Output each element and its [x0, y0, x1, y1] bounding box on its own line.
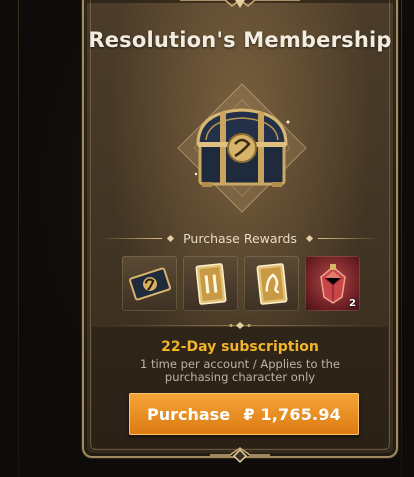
frame-line [18, 0, 19, 477]
reward-item-gold-card-number[interactable] [183, 256, 238, 311]
divider-line [100, 238, 163, 239]
divider-line [317, 238, 380, 239]
diamond-icon [167, 234, 175, 243]
membership-card: Resolution's Membership Purchase Rewards… [82, 0, 398, 464]
price-label: ₽ 1,765.94 [243, 404, 341, 424]
diamond-icon [305, 234, 313, 243]
reward-item-gold-card-creature[interactable] [244, 256, 299, 311]
membership-card-icon [128, 266, 171, 301]
purchase-label: Purchase [147, 404, 231, 424]
rewards-header: Purchase Rewards [84, 231, 396, 246]
gold-card-number-icon [195, 262, 226, 305]
subscription-title: 22-Day subscription [161, 339, 319, 355]
frame-line [401, 0, 402, 477]
treasure-chest-icon [172, 78, 312, 218]
reward-count: 2 [349, 298, 356, 309]
reward-item-ruby-crystal[interactable]: 2 [305, 256, 360, 311]
rewards-label: Purchase Rewards [183, 231, 297, 246]
bottom-ornament-icon [210, 447, 270, 464]
divider-gem-icon [229, 322, 251, 329]
purchase-button[interactable]: Purchase ₽ 1,765.94 [129, 393, 359, 435]
page-title: Resolution's Membership [88, 28, 392, 52]
subscription-description: 1 time per account / Applies to the purc… [139, 357, 341, 384]
reward-list: 2 [122, 256, 360, 311]
gold-card-creature-icon [256, 262, 287, 305]
top-ornament-icon [180, 0, 300, 8]
reward-item-membership-card[interactable] [122, 256, 177, 311]
membership-screen: Resolution's Membership Purchase Rewards… [0, 0, 414, 477]
